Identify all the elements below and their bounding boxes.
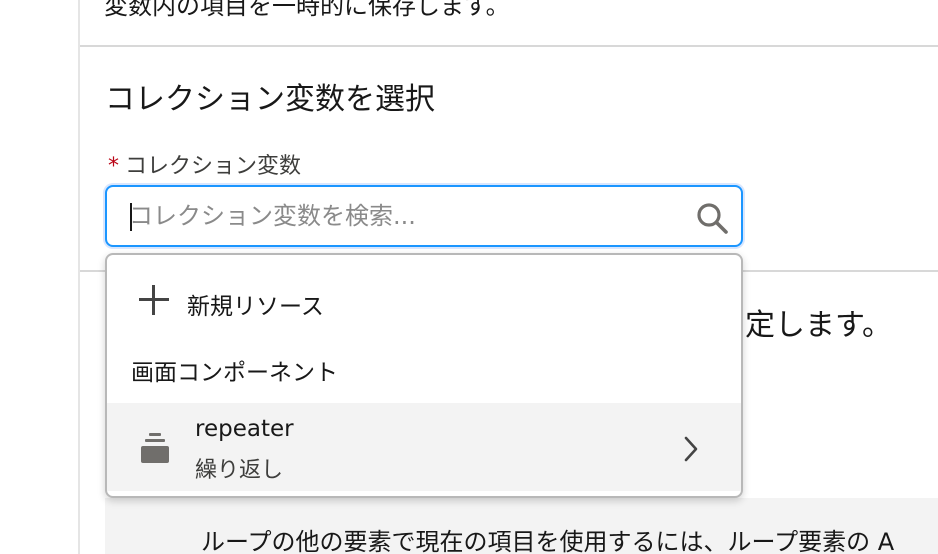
new-resource-label: 新規リソース [187, 294, 324, 320]
group-heading-screen-components: 画面コンポーネント [131, 360, 338, 386]
section-title: コレクション変数を選択 [105, 82, 435, 117]
stack-icon [141, 433, 169, 463]
info-text: ループの他の要素で現在の項目を使用するには、ループ要素の A [201, 528, 895, 554]
search-icon[interactable] [695, 201, 729, 235]
collection-variable-search-input[interactable] [129, 187, 689, 245]
flow-builder-page: 変数内の項目を一時的に保存します。 コレクション変数を選択 * コレクション変数 … [0, 0, 938, 554]
panel-description: 変数内の項目を一時的に保存します。 [104, 0, 510, 20]
new-resource-option[interactable]: 新規リソース [107, 273, 741, 327]
required-marker: * [108, 154, 119, 179]
collection-variable-combobox[interactable] [105, 185, 743, 247]
collection-variable-listbox: 新規リソース 画面コンポーネント repeater 繰り返し [105, 253, 743, 498]
text-cursor [130, 203, 132, 231]
collection-variable-label: * コレクション変数 [108, 148, 301, 180]
field-label-text: コレクション変数 [125, 154, 302, 179]
listbox-option-repeater[interactable]: repeater 繰り返し [107, 403, 741, 491]
loop-properties-panel: 変数内の項目を一時的に保存します。 コレクション変数を選択 * コレクション変数 … [80, 0, 938, 554]
section-divider [80, 45, 938, 47]
info-box: ループの他の要素で現在の項目を使用するには、ループ要素の A [105, 498, 938, 554]
option-subtitle: 繰り返し [195, 458, 284, 483]
option-name: repeater [195, 416, 294, 442]
canvas-left-area [0, 0, 80, 554]
obscured-section-text: 定します。 [745, 308, 892, 343]
chevron-right-icon[interactable] [683, 435, 699, 463]
plus-icon [139, 285, 169, 315]
